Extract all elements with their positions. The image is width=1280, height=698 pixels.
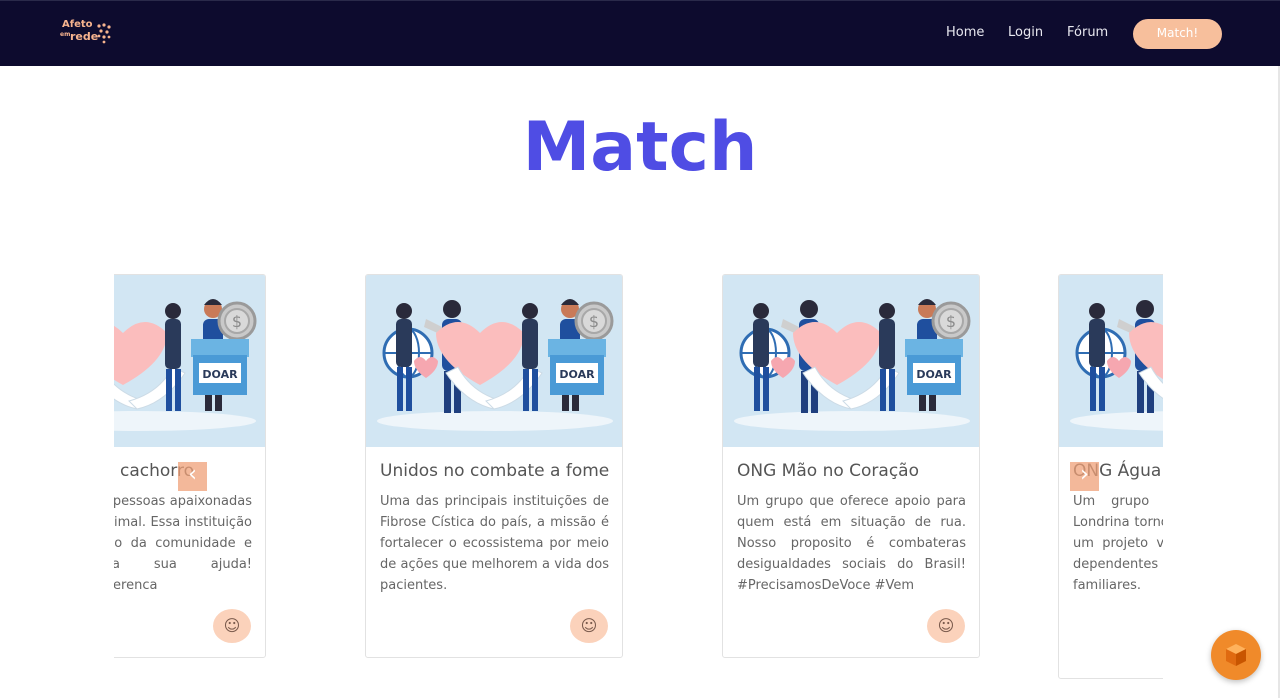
card-title: Unidos no combate a fome bbox=[380, 461, 610, 481]
navbar: Afeto em rede Home Login Fórum Match! bbox=[0, 0, 1280, 66]
card-description: Um grupo que oferece apoio para quem est… bbox=[737, 494, 966, 593]
svg-text:$: $ bbox=[589, 312, 599, 331]
logo-text: rede bbox=[70, 30, 99, 43]
box-icon bbox=[1226, 644, 1246, 666]
svg-text:$: $ bbox=[946, 312, 956, 331]
logo-dots-icon bbox=[97, 23, 111, 44]
card-illustration: $ DOAR bbox=[1059, 275, 1163, 447]
carousel: $ DOAR Unidos pra cachorro Um grupo de p… bbox=[114, 274, 1163, 684]
page-title: Match bbox=[522, 108, 758, 187]
svg-text:DOAR: DOAR bbox=[559, 368, 595, 381]
smile-icon[interactable]: ☺ bbox=[927, 609, 965, 643]
card-illustration: $ DOAR bbox=[366, 275, 622, 447]
smile-icon[interactable]: ☺ bbox=[213, 609, 251, 643]
nav-login-link[interactable]: Login bbox=[1008, 25, 1043, 40]
nav-forum-link[interactable]: Fórum bbox=[1067, 25, 1108, 40]
ong-card: $ DOAR Unidos no combate a fome Uma das … bbox=[365, 274, 623, 658]
logo-text: em bbox=[60, 31, 71, 38]
logo[interactable]: Afeto em rede bbox=[60, 19, 114, 49]
card-description: Um grupo de pessoas apaixonadas pela cau… bbox=[114, 494, 252, 593]
carousel-prev-button[interactable]: ‹ bbox=[178, 462, 207, 491]
carousel-next-button[interactable]: › bbox=[1070, 462, 1099, 491]
svg-text:DOAR: DOAR bbox=[916, 368, 952, 381]
card-title: ONG Mão no Coração bbox=[737, 461, 919, 481]
widget-button[interactable] bbox=[1211, 630, 1261, 680]
nav-home-link[interactable]: Home bbox=[946, 25, 984, 40]
smile-icon[interactable]: ☺ bbox=[570, 609, 608, 643]
card-description: Uma das principais instituições de Fibro… bbox=[380, 494, 609, 593]
match-button[interactable]: Match! bbox=[1133, 19, 1222, 49]
svg-text:DOAR: DOAR bbox=[202, 368, 238, 381]
ong-card: $ DOAR ONG Mão no Coração Um grupo que o… bbox=[722, 274, 980, 658]
card-illustration: $ DOAR bbox=[114, 275, 265, 447]
card-illustration: $ DOAR bbox=[723, 275, 979, 447]
card-description: Um grupo de voluntários de Londrina torn… bbox=[1073, 494, 1163, 593]
logo-text: Afeto bbox=[62, 19, 93, 30]
svg-text:$: $ bbox=[232, 312, 242, 331]
